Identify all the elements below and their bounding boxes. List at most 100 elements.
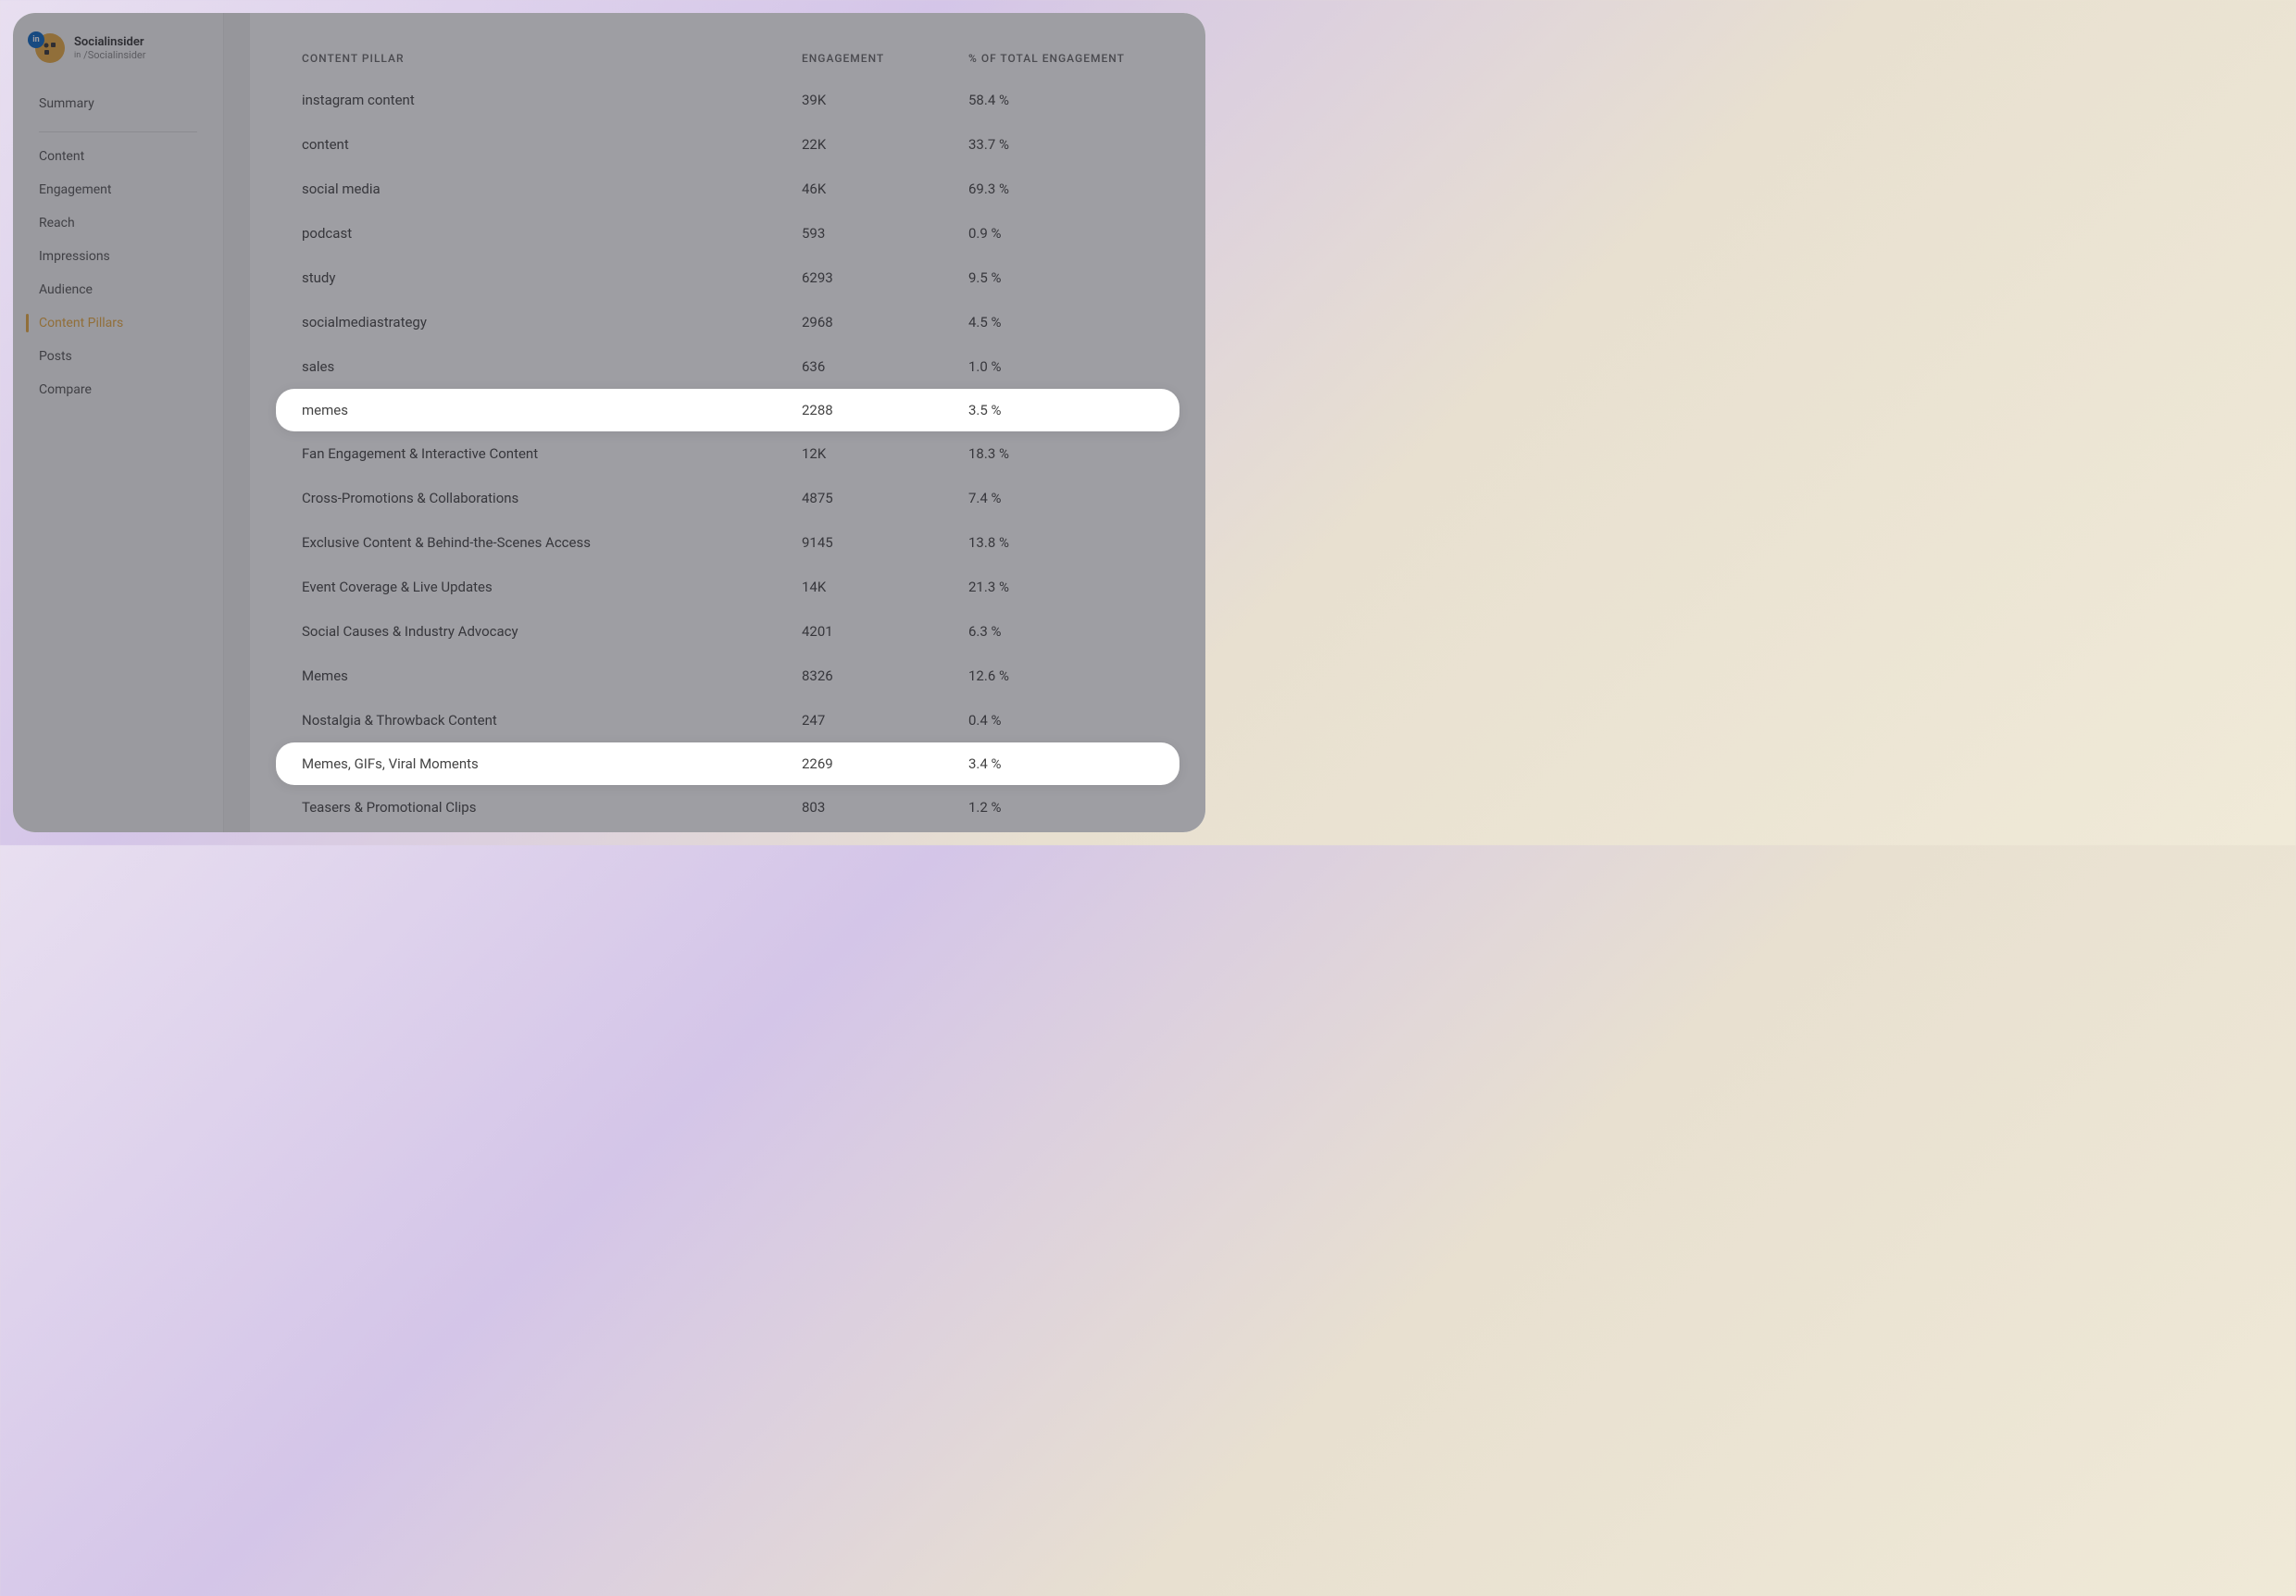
cell-engagement: 2968 [802, 314, 968, 330]
cell-percent: 0.9 % [968, 225, 1154, 242]
cell-engagement: 14K [802, 579, 968, 595]
cell-percent: 6.3 % [968, 623, 1154, 640]
cell-engagement: 4875 [802, 490, 968, 506]
sidebar-item-impressions[interactable]: Impressions [13, 240, 223, 273]
profile-header[interactable]: in Socialinsider in /Socialinsider [13, 30, 223, 83]
sidebar-item-label: Impressions [39, 249, 110, 264]
sidebar-item-posts[interactable]: Posts [13, 340, 223, 373]
table-row[interactable]: Fan Engagement & Interactive Content12K1… [302, 431, 1154, 476]
table-row[interactable]: Cross-Promotions & Collaborations48757.4… [302, 476, 1154, 520]
cell-percent: 13.8 % [968, 534, 1154, 551]
sidebar-item-engagement[interactable]: Engagement [13, 173, 223, 206]
cell-percent: 4.5 % [968, 314, 1154, 330]
cell-content-pillar: socialmediastrategy [302, 314, 802, 330]
cell-engagement: 46K [802, 181, 968, 197]
sidebar-item-label: Content Pillars [39, 316, 123, 330]
cell-engagement: 636 [802, 358, 968, 375]
app-window: in Socialinsider in /Socialinsider Su [13, 13, 1205, 832]
cell-percent: 18.3 % [968, 445, 1154, 462]
header-content-pillar: CONTENT PILLAR [302, 52, 802, 65]
sidebar-item-content-pillars[interactable]: Content Pillars [13, 306, 223, 340]
cell-percent: 21.3 % [968, 579, 1154, 595]
cell-engagement: 8326 [802, 667, 968, 684]
profile-handle: in /Socialinsider [74, 49, 145, 61]
sidebar-item-label: Summary [39, 96, 94, 111]
table-row[interactable]: socialmediastrategy29684.5 % [302, 300, 1154, 344]
cell-engagement: 593 [802, 225, 968, 242]
table-row[interactable]: sales6361.0 % [302, 344, 1154, 389]
table-row[interactable]: memes22883.5 % [276, 389, 1179, 431]
cell-content-pillar: Memes [302, 667, 802, 684]
main-content: CONTENT PILLAR ENGAGEMENT % OF TOTAL ENG… [250, 13, 1205, 832]
table-row[interactable]: content22K33.7 % [302, 122, 1154, 167]
sidebar-item-compare[interactable]: Compare [13, 373, 223, 406]
sidebar-item-summary[interactable]: Summary [13, 83, 223, 124]
cell-engagement: 12K [802, 445, 968, 462]
cell-content-pillar: study [302, 269, 802, 286]
cell-percent: 1.2 % [968, 799, 1154, 816]
sidebar-item-label: Reach [39, 216, 75, 231]
cell-content-pillar: Social Causes & Industry Advocacy [302, 623, 802, 640]
table-header: CONTENT PILLAR ENGAGEMENT % OF TOTAL ENG… [302, 39, 1154, 78]
table-row[interactable]: social media46K69.3 % [302, 167, 1154, 211]
cell-percent: 7.4 % [968, 490, 1154, 506]
cell-content-pillar: Nostalgia & Throwback Content [302, 712, 802, 729]
linkedin-badge-icon: in [28, 31, 44, 48]
table-row[interactable]: Memes832612.6 % [302, 654, 1154, 698]
sidebar-item-label: Posts [39, 349, 72, 364]
table-row[interactable]: study62939.5 % [302, 256, 1154, 300]
cell-content-pillar: instagram content [302, 92, 802, 108]
cell-content-pillar: sales [302, 358, 802, 375]
cell-engagement: 6293 [802, 269, 968, 286]
header-percent: % OF TOTAL ENGAGEMENT [968, 52, 1154, 65]
table-row[interactable]: Social Causes & Industry Advocacy42016.3… [302, 609, 1154, 654]
cell-engagement: 2288 [802, 402, 968, 418]
cell-content-pillar: Cross-Promotions & Collaborations [302, 490, 802, 506]
cell-percent: 12.6 % [968, 667, 1154, 684]
cell-engagement: 9145 [802, 534, 968, 551]
sidebar-item-reach[interactable]: Reach [13, 206, 223, 240]
table-row[interactable]: Event Coverage & Live Updates14K21.3 % [302, 565, 1154, 609]
profile-avatar-group: in [28, 30, 65, 67]
cell-engagement: 247 [802, 712, 968, 729]
sidebar-item-label: Content [39, 149, 84, 164]
sidebar-item-label: Audience [39, 282, 93, 297]
cell-content-pillar: podcast [302, 225, 802, 242]
cell-engagement: 2269 [802, 755, 968, 772]
cell-content-pillar: memes [302, 402, 802, 418]
table-row[interactable]: podcast5930.9 % [302, 211, 1154, 256]
table-row[interactable]: instagram content39K58.4 % [302, 78, 1154, 122]
cell-engagement: 39K [802, 92, 968, 108]
cell-engagement: 803 [802, 799, 968, 816]
cell-content-pillar: Exclusive Content & Behind-the-Scenes Ac… [302, 534, 802, 551]
linkedin-small-icon: in [74, 51, 81, 60]
cell-content-pillar: Teasers & Promotional Clips [302, 799, 802, 816]
content-spacer [224, 13, 250, 832]
sidebar-item-content[interactable]: Content [13, 140, 223, 173]
table-row[interactable]: Exclusive Content & Behind-the-Scenes Ac… [302, 520, 1154, 565]
cell-content-pillar: Memes, GIFs, Viral Moments [302, 755, 802, 772]
profile-name: Socialinsider [74, 35, 145, 49]
sidebar-item-label: Engagement [39, 182, 111, 197]
cell-percent: 3.5 % [968, 402, 1154, 418]
cell-content-pillar: social media [302, 181, 802, 197]
header-engagement: ENGAGEMENT [802, 52, 968, 65]
cell-engagement: 4201 [802, 623, 968, 640]
cell-percent: 33.7 % [968, 136, 1154, 153]
cell-content-pillar: Fan Engagement & Interactive Content [302, 445, 802, 462]
cell-percent: 9.5 % [968, 269, 1154, 286]
cell-engagement: 22K [802, 136, 968, 153]
cell-percent: 69.3 % [968, 181, 1154, 197]
cell-percent: 58.4 % [968, 92, 1154, 108]
sidebar-divider [39, 131, 197, 132]
table-row[interactable]: Memes, GIFs, Viral Moments22693.4 % [276, 742, 1179, 785]
sidebar-item-label: Compare [39, 382, 92, 397]
sidebar-item-audience[interactable]: Audience [13, 273, 223, 306]
cell-percent: 1.0 % [968, 358, 1154, 375]
table-row[interactable]: Teasers & Promotional Clips8031.2 % [302, 785, 1154, 829]
profile-handle-text: /Socialinsider [83, 49, 145, 61]
cell-percent: 0.4 % [968, 712, 1154, 729]
cell-content-pillar: Event Coverage & Live Updates [302, 579, 802, 595]
profile-text: Socialinsider in /Socialinsider [74, 35, 145, 61]
table-row[interactable]: Nostalgia & Throwback Content2470.4 % [302, 698, 1154, 742]
